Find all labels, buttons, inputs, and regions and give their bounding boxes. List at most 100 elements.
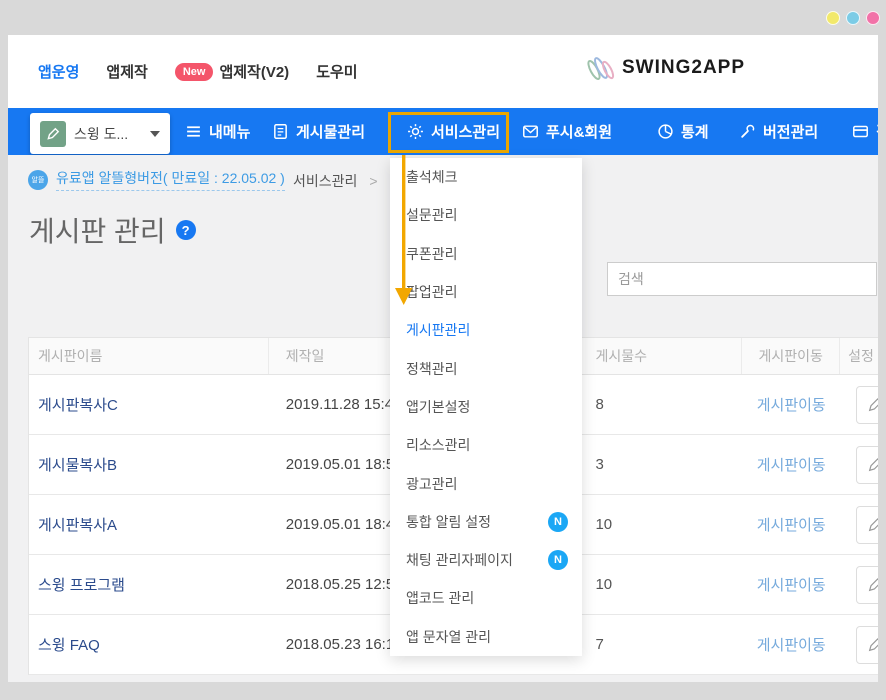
nav-item-post-management-label: 게시물관리: [296, 121, 365, 142]
tab-app-operation-label: 앱운영: [38, 61, 79, 82]
menu-item-label: 채팅 관리자페이지: [406, 550, 513, 570]
search-input[interactable]: [607, 262, 877, 296]
board-name-link[interactable]: 스윙 FAQ: [38, 634, 100, 655]
nav-item-my-menu[interactable]: 내메뉴: [185, 108, 250, 155]
logo-text: SWING2APP: [622, 57, 745, 79]
pencil-icon: [867, 457, 878, 473]
wrench-icon: [739, 123, 756, 140]
board-name-link[interactable]: 게시판복사C: [38, 394, 118, 415]
tab-app-create[interactable]: 앱제작: [106, 61, 147, 82]
window-control-pink[interactable]: [866, 11, 880, 25]
pencil-icon: [867, 577, 878, 593]
breadcrumb-separator: >: [369, 173, 377, 189]
edit-button[interactable]: [856, 386, 878, 424]
tab-helper[interactable]: 도우미: [316, 61, 357, 82]
col-header-board-name: 게시판이름: [29, 338, 269, 374]
pencil-icon: [867, 397, 878, 413]
app-selector-dropdown[interactable]: 스윙 도...: [30, 113, 170, 154]
top-nav: 앱운영 앱제작 New 앱제작(V2) 도우미 SWING2APP: [8, 35, 878, 108]
swing2app-logo: SWING2APP: [584, 52, 745, 84]
menu-item-label: 앱기본설정: [406, 397, 470, 417]
nav-item-post-management[interactable]: 게시물관리: [272, 108, 365, 155]
hamburger-icon: [185, 123, 202, 140]
board-move-link[interactable]: 게시판이동: [757, 634, 826, 655]
nav-item-service-management-label: 서비스관리: [431, 121, 500, 142]
board-move-link[interactable]: 게시판이동: [757, 514, 826, 535]
board-name-link[interactable]: 게시물복사B: [38, 454, 117, 475]
board-name-link[interactable]: 스윙 프로그램: [38, 574, 125, 595]
menu-item-popup[interactable]: 팝업관리: [390, 273, 582, 311]
pencil-icon: [40, 121, 66, 147]
pencil-icon: [867, 517, 878, 533]
board-move-link[interactable]: 게시판이동: [757, 574, 826, 595]
board-move-link[interactable]: 게시판이동: [757, 394, 826, 415]
menu-item-label: 쿠폰관리: [406, 244, 458, 264]
nav-item-push-members-label: 푸시&회원: [546, 121, 612, 142]
document-icon: [272, 123, 289, 140]
post-count: 10: [575, 516, 742, 533]
menu-item-label: 광고관리: [406, 474, 458, 494]
nav-item-push-members[interactable]: 푸시&회원: [522, 108, 612, 155]
menu-item-chat-admin-page[interactable]: 채팅 관리자페이지 N: [390, 541, 582, 579]
app-window: 앱운영 앱제작 New 앱제작(V2) 도우미 SWING2APP 스윙 도..: [8, 35, 878, 682]
menu-item-attendance-check[interactable]: 출석체크: [390, 158, 582, 196]
new-feature-badge: N: [548, 512, 568, 532]
edit-button[interactable]: [856, 626, 878, 664]
post-count: 7: [575, 636, 742, 653]
post-count: 3: [575, 456, 742, 473]
window-control-blue[interactable]: [846, 11, 860, 25]
tab-app-operation[interactable]: 앱운영: [38, 61, 79, 82]
nav-item-version-management[interactable]: 버전관리: [739, 108, 818, 155]
menu-item-resource[interactable]: 리소스관리: [390, 426, 582, 464]
menu-item-app-basic-settings[interactable]: 앱기본설정: [390, 388, 582, 426]
edit-button[interactable]: [856, 566, 878, 604]
new-feature-badge: N: [548, 550, 568, 570]
breadcrumb: 알뜰 유료앱 알뜰형버전( 만료일 : 22.05.02 ): [28, 168, 285, 191]
main-nav-bar: 스윙 도... 내메뉴 게시물관리 서비스관리 푸시&회원 통계 버전관리: [8, 108, 878, 155]
menu-item-app-code[interactable]: 앱코드 관리: [390, 579, 582, 617]
menu-item-unified-notification[interactable]: 통합 알림 설정 N: [390, 503, 582, 541]
plan-text[interactable]: 유료앱 알뜰형버전( 만료일 : 22.05.02 ): [56, 168, 285, 191]
board-move-link[interactable]: 게시판이동: [757, 454, 826, 475]
service-management-dropdown: 출석체크 설문관리 쿠폰관리 팝업관리 게시판관리 정책관리 앱기본설정 리소스…: [390, 158, 582, 656]
post-count: 10: [575, 576, 742, 593]
gear-icon: [407, 123, 424, 140]
mail-icon: [522, 123, 539, 140]
help-icon[interactable]: ?: [176, 220, 196, 240]
col-header-board-move: 게시판이동: [742, 338, 840, 374]
menu-item-label: 앱코드 관리: [406, 588, 474, 608]
menu-item-label: 출석체크: [406, 167, 458, 187]
menu-item-label: 설문관리: [406, 205, 458, 225]
menu-item-label: 게시판관리: [406, 320, 470, 340]
post-count: 8: [575, 396, 742, 413]
card-icon: [852, 123, 869, 140]
col-header-settings: 설정: [840, 338, 878, 374]
menu-item-board-management[interactable]: 게시판관리: [390, 311, 582, 349]
breadcrumb-section: 서비스관리 >: [293, 171, 378, 191]
board-name-link[interactable]: 게시판복사A: [38, 514, 117, 535]
nav-item-service-management[interactable]: 서비스관리: [407, 108, 500, 155]
menu-item-label: 앱 문자열 관리: [406, 627, 491, 647]
page-title: 게시판 관리 ?: [29, 210, 196, 250]
page-title-label: 게시판 관리: [29, 210, 166, 250]
pie-icon: [657, 123, 674, 140]
edit-button[interactable]: [856, 446, 878, 484]
menu-item-label: 팝업관리: [406, 282, 458, 302]
menu-item-app-strings[interactable]: 앱 문자열 관리: [390, 618, 582, 656]
menu-item-ads[interactable]: 광고관리: [390, 464, 582, 502]
menu-item-coupon[interactable]: 쿠폰관리: [390, 235, 582, 273]
chevron-down-icon: [150, 131, 160, 137]
edit-button[interactable]: [856, 506, 878, 544]
nav-item-payment[interactable]: 결: [852, 108, 878, 155]
tab-helper-label: 도우미: [316, 61, 357, 82]
window-control-yellow[interactable]: [826, 11, 840, 25]
col-header-post-count: 게시물수: [575, 338, 742, 374]
menu-item-survey[interactable]: 설문관리: [390, 196, 582, 234]
tab-app-create-v2-label: 앱제작(V2): [219, 61, 289, 82]
pencil-icon: [867, 637, 878, 653]
nav-item-statistics[interactable]: 통계: [657, 108, 709, 155]
plan-badge: 알뜰: [28, 170, 48, 190]
nav-item-payment-label: 결: [876, 121, 878, 142]
tab-app-create-v2[interactable]: New 앱제작(V2): [175, 61, 289, 82]
menu-item-policy[interactable]: 정책관리: [390, 349, 582, 387]
